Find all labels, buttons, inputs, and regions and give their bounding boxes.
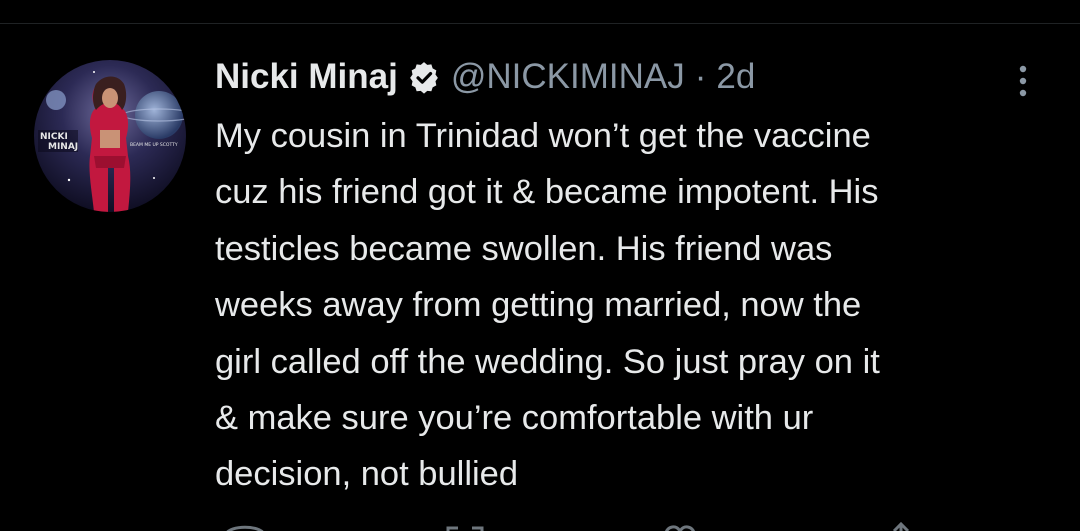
display-name[interactable]: Nicki Minaj: [215, 57, 398, 97]
retweet-icon[interactable]: [442, 522, 488, 531]
share-icon[interactable]: [886, 521, 916, 531]
verified-badge-icon: [407, 60, 441, 94]
reply-icon[interactable]: [222, 522, 268, 531]
like-icon[interactable]: [660, 522, 700, 531]
tweet-timestamp[interactable]: 2d: [716, 57, 755, 97]
user-handle[interactable]: @NICKIMINAJ: [451, 57, 685, 97]
avatar-caption: BEAM ME UP SCOTTY: [130, 142, 178, 148]
avatar-image: NICKI MINAJ BEAM ME UP SCOTTY: [34, 60, 186, 212]
more-options-icon[interactable]: [1010, 58, 1036, 104]
tweet[interactable]: NICKI MINAJ BEAM ME UP SCOTTY Nicki Mina…: [0, 24, 1080, 531]
separator-dot: ·: [694, 57, 707, 96]
tweet-text: My cousin in Trinidad won’t get the vacc…: [215, 117, 880, 494]
avatar-text-2: MINAJ: [48, 142, 78, 152]
avatar[interactable]: NICKI MINAJ BEAM ME UP SCOTTY: [34, 60, 186, 212]
tweet-header: Nicki Minaj @NICKIMINAJ · 2d: [215, 54, 755, 100]
avatar-text-1: NICKI: [40, 132, 68, 142]
